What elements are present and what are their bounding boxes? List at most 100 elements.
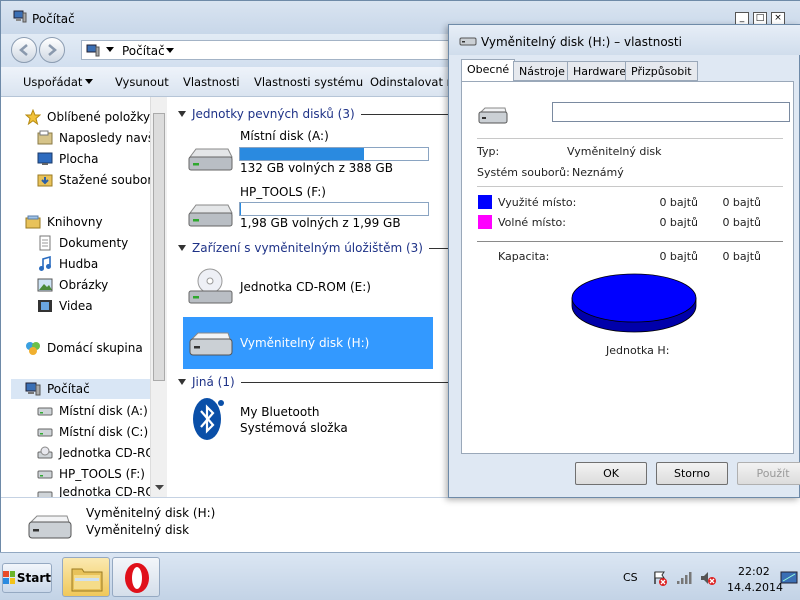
removable-drive-icon: [189, 332, 233, 356]
nav-pictures[interactable]: Obrázky: [37, 275, 108, 295]
group-label: Jednotky pevných disků (3): [192, 107, 355, 121]
chevron-down-icon[interactable]: [166, 48, 174, 54]
bluetooth-name[interactable]: My Bluetooth: [240, 405, 320, 419]
nav-label: Stažené soubory: [59, 173, 160, 187]
collapse-icon[interactable]: [178, 244, 186, 252]
dialog-titlebar[interactable]: Vyměnitelný disk (H:) – vlastnosti: [449, 25, 800, 55]
back-button[interactable]: [11, 37, 37, 63]
ok-button[interactable]: OK: [575, 462, 647, 485]
nav-label: Videa: [59, 299, 93, 313]
music-note-icon: [39, 256, 51, 271]
cancel-button[interactable]: Storno: [656, 462, 728, 485]
nav-drive-e2[interactable]: Jednotka CD-ROI: [37, 485, 158, 497]
folder-icon: [71, 568, 103, 592]
free-space-bytes: 0 bajtů: [659, 216, 698, 229]
language-indicator[interactable]: CS: [623, 571, 638, 584]
nav-label: Plocha: [59, 152, 99, 166]
apply-button[interactable]: Použít: [737, 462, 800, 485]
clock-date[interactable]: 14.4.2014: [727, 581, 783, 594]
divider: [477, 241, 783, 242]
used-space-label: Využité místo:: [498, 196, 577, 209]
drive-f-name[interactable]: HP_TOOLS (F:): [240, 185, 326, 199]
drive-e-name[interactable]: Jednotka CD-ROM (E:): [240, 280, 371, 294]
collapse-icon[interactable]: [178, 110, 186, 118]
nav-downloads[interactable]: Stažené soubory: [37, 170, 159, 190]
nav-label: HP_TOOLS (F:): [59, 467, 145, 481]
nav-scrollbar[interactable]: [150, 97, 167, 497]
desktop-icon: [37, 152, 53, 165]
action-center-icon[interactable]: [652, 570, 668, 586]
clock-time[interactable]: 22:02: [738, 565, 770, 578]
homegroup-icon: [26, 342, 40, 355]
group-other[interactable]: Jiná (1): [178, 375, 449, 389]
arrow-right-icon: [48, 44, 57, 56]
drive-label-input[interactable]: [552, 102, 790, 122]
nav-videos[interactable]: Videa: [37, 296, 93, 316]
forward-button[interactable]: [39, 37, 65, 63]
group-hard-drives[interactable]: Jednotky pevných disků (3): [178, 107, 451, 121]
properties-button[interactable]: Vlastnosti: [183, 75, 240, 89]
nav-drive-c[interactable]: Místní disk (C:): [37, 422, 148, 442]
windows-logo-icon: [3, 571, 15, 584]
start-button[interactable]: Start: [2, 563, 52, 593]
eject-button[interactable]: Vysunout: [115, 75, 169, 89]
hard-drive-icon: [37, 470, 53, 479]
opera-icon: [125, 563, 149, 593]
capacity-bytes: 0 bajtů: [659, 250, 698, 263]
videos-icon: [38, 300, 52, 312]
tab-hardware[interactable]: Hardware: [567, 61, 633, 81]
nav-drive-e[interactable]: Jednotka CD-ROI: [37, 443, 158, 463]
collapse-icon[interactable]: [178, 378, 186, 386]
breadcrumb[interactable]: Počítač: [81, 40, 451, 60]
details-type: Vyměnitelný disk: [86, 523, 190, 537]
start-label: Start: [16, 571, 51, 585]
scroll-down-icon[interactable]: [155, 485, 164, 491]
recent-places-icon: [37, 130, 53, 145]
group-label: Jiná (1): [192, 375, 235, 389]
drive-a-name[interactable]: Místní disk (A:): [240, 129, 329, 143]
used-space-human: 0 bajtů: [722, 196, 761, 209]
nav-homegroup[interactable]: Domácí skupina: [25, 338, 143, 358]
nav-music[interactable]: Hudba: [37, 254, 98, 274]
scroll-thumb[interactable]: [153, 113, 165, 381]
navigation-pane: Oblíbené položky Naposledy navští Plocha…: [1, 97, 167, 497]
hard-drive-icon: [37, 407, 53, 416]
chevron-down-icon[interactable]: [106, 47, 114, 53]
taskbar-opera[interactable]: [112, 557, 160, 597]
uninstall-button[interactable]: Odinstalovat n: [370, 75, 454, 89]
removable-drive-icon: [28, 515, 72, 539]
chevron-down-icon[interactable]: [85, 79, 93, 85]
tab-general[interactable]: Obecné: [461, 59, 516, 82]
bluetooth-type: Systémová složka: [240, 421, 348, 435]
used-space-bytes: 0 bajtů: [659, 196, 698, 209]
tab-customize[interactable]: Přizpůsobit: [625, 61, 698, 81]
drive-caption: Jednotka H:: [606, 344, 670, 357]
organize-button[interactable]: Uspořádat: [23, 75, 82, 89]
taskbar-explorer[interactable]: [62, 557, 110, 597]
nav-drive-a[interactable]: Místní disk (A:): [37, 401, 148, 421]
computer-icon: [86, 44, 100, 57]
hard-drive-icon: [188, 148, 233, 171]
drive-h-name[interactable]: Vyměnitelný disk (H:): [240, 336, 369, 350]
downloads-folder-icon: [37, 174, 53, 187]
group-removable[interactable]: Zařízení s vyměnitelným úložištěm (3): [178, 241, 455, 255]
nav-documents[interactable]: Dokumenty: [37, 233, 128, 253]
system-properties-button[interactable]: Vlastnosti systému: [254, 75, 363, 89]
nav-favorites[interactable]: Oblíbené položky: [25, 107, 150, 127]
nav-drive-f[interactable]: HP_TOOLS (F:): [37, 464, 145, 484]
breadcrumb-label[interactable]: Počítač: [122, 44, 165, 58]
volume-muted-icon[interactable]: [700, 570, 716, 586]
show-desktop-icon[interactable]: [780, 571, 798, 585]
nav-recent[interactable]: Naposledy navští: [37, 128, 162, 148]
hard-drive-icon: [37, 428, 53, 437]
nav-label: Hudba: [59, 257, 99, 271]
network-icon[interactable]: [676, 571, 694, 585]
drive-a-usage-bar: [239, 147, 429, 161]
nav-computer[interactable]: Počítač: [25, 379, 90, 399]
tab-tools[interactable]: Nástroje: [513, 61, 571, 81]
computer-icon: [25, 382, 41, 396]
desktop: Počítač _ □ × Počítač Uspořádat Vysunout…: [0, 0, 800, 600]
nav-libraries[interactable]: Knihovny: [25, 212, 103, 232]
type-value: Vyměnitelný disk: [567, 145, 662, 158]
nav-desktop[interactable]: Plocha: [37, 149, 98, 169]
